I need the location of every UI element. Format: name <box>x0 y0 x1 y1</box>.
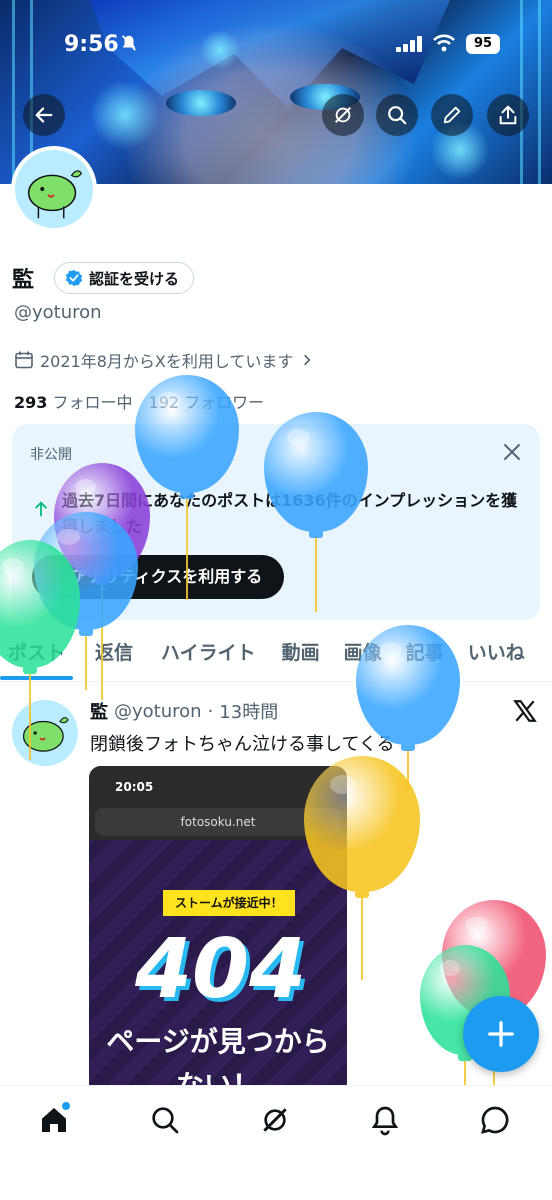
share-button[interactable] <box>487 94 529 136</box>
back-button[interactable] <box>23 94 65 136</box>
post-author-handle[interactable]: @yoturon <box>114 701 202 722</box>
status-time: 9:56 <box>64 32 119 57</box>
banner-bubble <box>90 80 160 150</box>
post-author-name[interactable]: 監 <box>90 698 108 724</box>
messages-icon[interactable] <box>479 1104 511 1136</box>
signal-icon <box>396 36 422 52</box>
status-bar: 9:56 95 <box>0 0 552 90</box>
search-icon[interactable] <box>149 1104 181 1136</box>
profile-name: 監 <box>12 268 35 293</box>
post-separator: · <box>207 700 214 722</box>
get-verified-label: 認証を受ける <box>89 269 180 288</box>
calendar-icon <box>15 351 33 369</box>
profile-handle: @yoturon <box>14 302 102 323</box>
post-header: 監 @yoturon · 13時間 <box>90 698 278 724</box>
avatar-character <box>27 170 83 219</box>
plus-icon <box>488 1021 514 1047</box>
pencil-icon <box>443 106 461 124</box>
joined-text: 2021年8月からXを利用しています <box>40 352 294 371</box>
grok-icon <box>334 106 352 124</box>
close-icon[interactable] <box>502 442 522 462</box>
home-notification-dot <box>62 1102 70 1110</box>
battery-level: 95 <box>466 34 500 54</box>
joined-date[interactable]: 2021年8月からXを利用しています <box>14 348 315 372</box>
tab-highlights[interactable]: ハイライト <box>153 636 264 682</box>
tab-videos[interactable]: 動画 <box>274 636 328 682</box>
image-code: 404 <box>135 922 307 1017</box>
edit-button[interactable] <box>431 94 473 136</box>
get-verified-button[interactable]: 認証を受ける <box>54 262 195 294</box>
chevron-right-icon <box>304 354 311 366</box>
balloon <box>135 375 239 600</box>
bottom-nav <box>0 1085 552 1200</box>
wifi-icon <box>433 34 455 52</box>
image-time: 20:05 <box>115 780 154 794</box>
banner-eye <box>166 90 236 116</box>
compose-button[interactable] <box>463 996 539 1072</box>
balloon <box>264 412 368 612</box>
private-card-title: 非公開 <box>30 447 72 463</box>
post-time[interactable]: 13時間 <box>219 698 278 724</box>
image-warning: ストームが接近中！ <box>163 890 295 916</box>
share-icon <box>499 105 517 125</box>
bell-muted-icon <box>122 35 136 51</box>
x-logo-icon <box>513 700 537 722</box>
balloon <box>304 756 420 980</box>
verified-badge-icon <box>65 269 83 287</box>
following-label: フォロー中 <box>52 393 133 412</box>
profile-avatar[interactable] <box>11 146 97 232</box>
grok-button[interactable] <box>322 94 364 136</box>
search-icon <box>388 106 407 125</box>
grok-icon[interactable] <box>259 1104 291 1136</box>
following-link[interactable]: 293 フォロー中 <box>14 389 133 413</box>
search-button[interactable] <box>376 94 418 136</box>
following-count: 293 <box>14 393 48 412</box>
post-text: 閉鎖後フォトちゃん泣ける事してくる <box>90 734 395 755</box>
balloon <box>0 540 80 760</box>
notifications-icon[interactable] <box>369 1104 401 1136</box>
back-arrow-icon <box>35 107 53 123</box>
tab-likes[interactable]: いいね <box>460 636 533 682</box>
